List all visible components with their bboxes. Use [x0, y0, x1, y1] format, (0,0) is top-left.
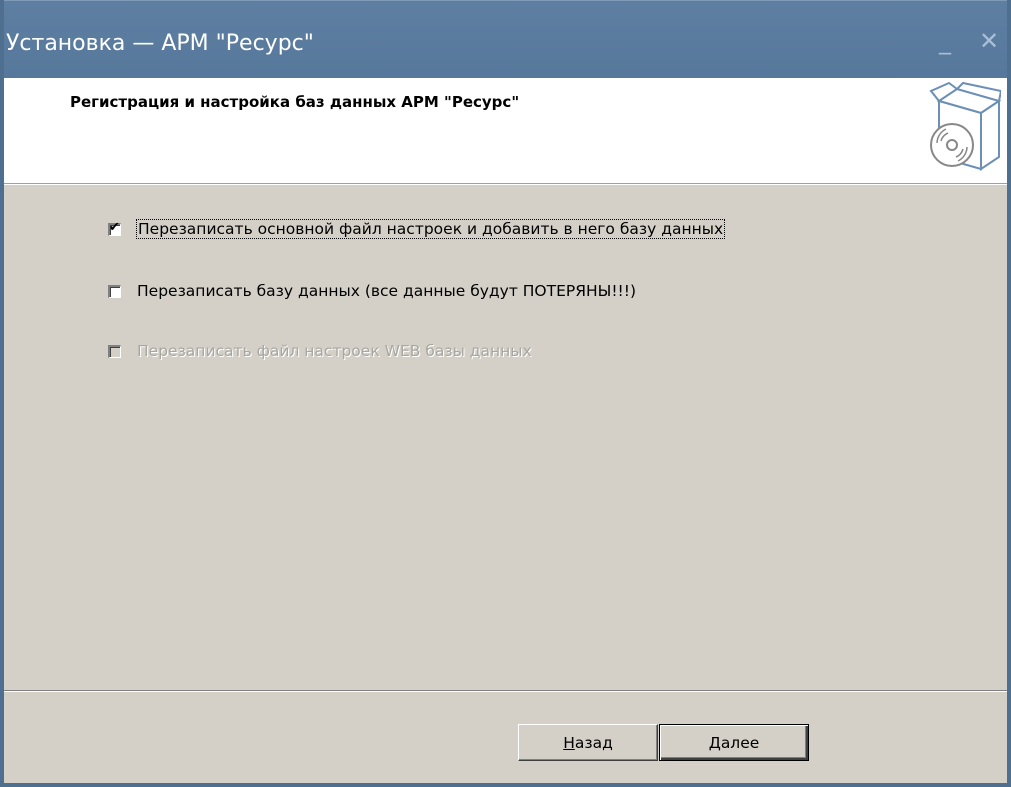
overwrite-web-settings-checkbox — [108, 344, 121, 358]
minimize-button[interactable]: _ — [939, 29, 951, 53]
overwrite-main-settings-checkbox[interactable]: ✔ — [108, 219, 121, 236]
back-button-label: азад — [574, 733, 613, 752]
page-title: Регистрация и настройка баз данных АРМ "… — [70, 93, 520, 111]
option-overwrite-web-settings: Перезаписать файл настроек WEB базы данн… — [108, 341, 532, 361]
overwrite-main-settings-label[interactable]: Перезаписать основной файл настроек и до… — [135, 219, 726, 239]
option-overwrite-database[interactable]: Перезаписать базу данных (все данные буд… — [108, 281, 636, 301]
checkmark-icon: ✔ — [109, 219, 120, 235]
back-button[interactable]: Назад — [518, 724, 658, 761]
window-title: Установка — АРМ "Ресурс" — [6, 31, 314, 56]
next-button-accelerator: Д — [708, 733, 721, 752]
close-button[interactable]: ✕ — [979, 29, 999, 53]
overwrite-web-settings-label: Перезаписать файл настроек WEB базы данн… — [137, 342, 532, 360]
overwrite-database-checkbox[interactable] — [108, 284, 121, 298]
next-button-label: алее — [720, 733, 760, 752]
header-divider — [4, 184, 1007, 185]
wizard-header: Регистрация и настройка баз данных АРМ "… — [4, 78, 1007, 184]
installer-window: Установка — АРМ "Ресурс" _ ✕ Регистрация… — [0, 0, 1011, 787]
back-button-accelerator: Н — [563, 733, 575, 752]
footer-divider-highlight — [4, 691, 1007, 692]
package-box-disc-icon — [929, 81, 1001, 171]
option-overwrite-main-settings[interactable]: ✔ Перезаписать основной файл настроек и … — [108, 219, 726, 239]
next-button[interactable]: Далее — [659, 724, 809, 761]
title-bar[interactable]: Установка — АРМ "Ресурс" _ ✕ — [4, 0, 1007, 78]
overwrite-database-label[interactable]: Перезаписать базу данных (все данные буд… — [137, 282, 636, 300]
